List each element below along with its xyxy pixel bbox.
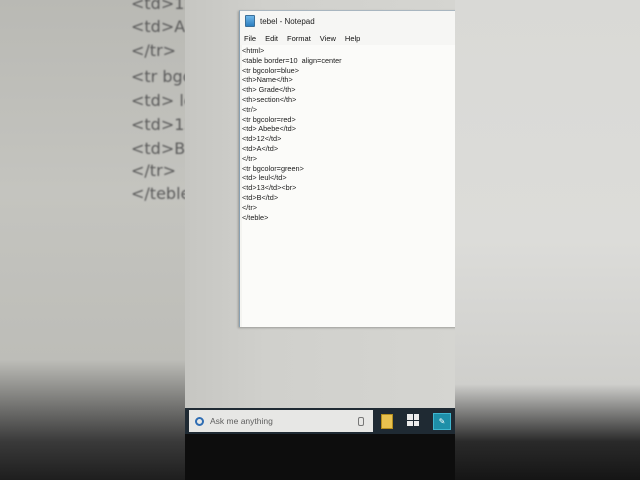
code-line: <td> leul</td> xyxy=(242,173,287,183)
menu-format[interactable]: Format xyxy=(287,34,311,43)
code-line: <tr bgcolor=blue> xyxy=(242,65,299,75)
blurred-code-line: <td> le xyxy=(131,91,185,110)
taskbar: Ask me anything ✎ xyxy=(185,408,455,434)
search-placeholder: Ask me anything xyxy=(210,416,273,426)
code-line: <td>13</td><br> xyxy=(242,183,297,193)
menu-edit[interactable]: Edit xyxy=(265,34,278,43)
notepad-window[interactable]: tebel - Notepad File Edit Format View He… xyxy=(239,10,455,327)
desktop-background: tebel - Notepad File Edit Format View He… xyxy=(185,0,455,408)
code-line: <tr bgcolor=green> xyxy=(242,163,304,173)
blurred-code-line: </tr> xyxy=(131,41,177,60)
code-line: </tr> xyxy=(242,202,258,212)
code-line: </tr> xyxy=(242,153,258,163)
cortana-search-box[interactable]: Ask me anything xyxy=(189,410,373,432)
code-line: <td> Abebe</td> xyxy=(242,124,296,134)
code-line: <table border=10 align=center xyxy=(242,55,342,65)
screen-bezel xyxy=(185,434,455,480)
code-line: </teble> xyxy=(242,212,269,222)
code-line: <th>Name</th> xyxy=(242,75,293,85)
text-editor-area[interactable]: <html> <table border=10 align=center <tr… xyxy=(242,45,455,327)
window-title: tebel - Notepad xyxy=(260,16,315,26)
menu-help[interactable]: Help xyxy=(345,34,360,43)
blurred-code-line: </tr> xyxy=(131,161,177,180)
menu-file[interactable]: File xyxy=(244,34,256,43)
blurred-code-line: <td>B xyxy=(131,139,185,158)
code-line: <th> Grade</th> xyxy=(242,85,296,95)
notepad-taskbar-icon[interactable]: ✎ xyxy=(433,413,451,430)
code-line: <html> xyxy=(242,46,265,55)
notepad-app-icon xyxy=(245,15,255,27)
blurred-code-line: <td>A xyxy=(131,17,185,36)
cortana-icon[interactable] xyxy=(195,416,204,426)
photographed-screen: tebel - Notepad File Edit Format View He… xyxy=(185,0,455,480)
file-explorer-icon[interactable] xyxy=(381,414,393,429)
code-line: <td>12</td> xyxy=(242,134,282,144)
blurred-background-right xyxy=(455,0,640,480)
title-bar[interactable]: tebel - Notepad xyxy=(240,11,455,31)
microphone-icon[interactable] xyxy=(358,416,364,426)
store-icon[interactable] xyxy=(407,414,419,426)
video-frame: <td>12 <td>A </tr> <tr bgc <td> le <td>1… xyxy=(0,0,640,480)
menu-bar: File Edit Format View Help xyxy=(240,31,455,45)
blurred-code-line: </teble xyxy=(131,184,185,203)
code-line: <td>A</td> xyxy=(242,143,279,153)
blurred-background-left: <td>12 <td>A </tr> <tr bgc <td> le <td>1… xyxy=(0,0,185,480)
blurred-code-line: <td>13 xyxy=(131,115,185,134)
code-line: <th>section</th> xyxy=(242,94,297,104)
menu-view[interactable]: View xyxy=(320,34,336,43)
blurred-code-line: <td>12 xyxy=(131,0,185,13)
code-line: <tr bgcolor=red> xyxy=(242,114,296,124)
code-line: <tr/> xyxy=(242,104,258,114)
code-line: <td>B</td> xyxy=(242,192,279,202)
blurred-code-line: <tr bgc xyxy=(131,67,185,86)
